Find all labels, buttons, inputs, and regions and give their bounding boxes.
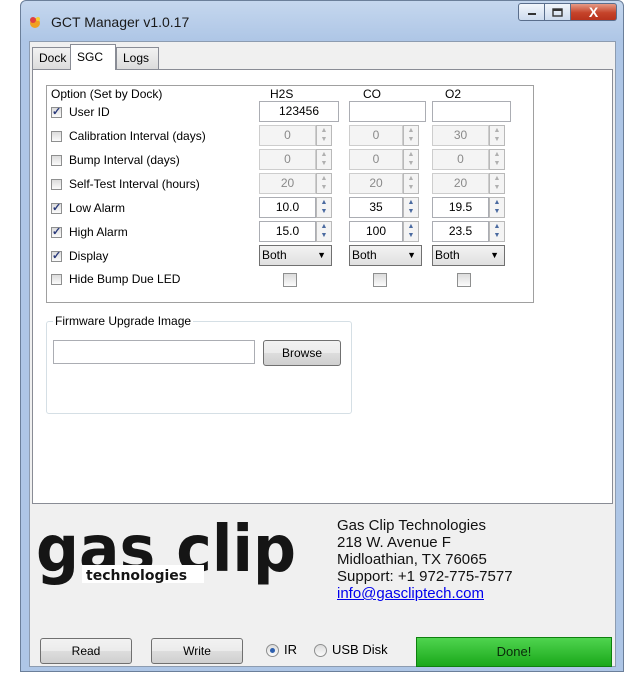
low-alarm-co-stepper[interactable]: ▲ ▼ [403,197,419,218]
tab-sgc[interactable]: SGC [70,44,116,70]
minimize-button[interactable] [518,3,545,21]
checkbox[interactable] [51,105,62,118]
status-indicator: Done! [416,637,612,667]
high-alarm-co-input[interactable]: 100 [349,221,403,242]
usb-disk-label: USB Disk [332,642,388,657]
col-o2: O2 [445,87,462,101]
contact-info: Gas Clip Technologies 218 W. Avenue F Mi… [337,517,513,602]
checkbox[interactable] [51,273,62,285]
user-id-o2-input[interactable] [432,101,511,122]
col-h2s: H2S [270,87,294,101]
hide-bump-led-o2-checkbox[interactable] [457,273,471,287]
cal-h2s-input: 0 [259,125,316,146]
opt-row-display[interactable]: Display [51,246,108,266]
tab-logs[interactable]: Logs [116,47,159,69]
address-line-2: Midloathian, TX 76065 [337,551,487,568]
maximize-icon [552,7,563,17]
low-alarm-h2s-stepper[interactable]: ▲ ▼ [316,197,332,218]
cal-co-input: 0 [349,125,403,146]
maximize-button[interactable] [545,3,571,21]
client-area: Dock SGC Logs Option (Set by Dock) H2S C… [29,41,616,667]
bump-o2-input: 0 [432,149,489,170]
cal-o2-input: 30 [432,125,489,146]
write-button[interactable]: Write [151,638,243,664]
opt-row-hide-bump-led[interactable]: Hide Bump Due LED [51,269,180,289]
display-co-select[interactable]: Both ▼ [349,245,422,266]
ir-label: IR [284,642,297,657]
usb-disk-radio[interactable] [314,644,327,657]
bump-h2s-stepper: ▲ ▼ [316,149,332,170]
cal-o2-stepper: ▲ ▼ [489,125,505,146]
user-id-h2s-input[interactable]: 123456 [259,101,339,122]
opt-row-selftest-interval[interactable]: Self-Test Interval (hours) [51,174,200,194]
tab-dock[interactable]: Dock [32,47,71,69]
options-title: Option (Set by Dock) [51,87,163,101]
low-alarm-o2-stepper[interactable]: ▲ ▼ [489,197,505,218]
close-icon: X [588,4,599,20]
high-alarm-o2-input[interactable]: 23.5 [432,221,489,242]
company-name: Gas Clip Technologies [337,517,486,534]
checkbox[interactable] [51,130,62,142]
high-alarm-h2s-stepper[interactable]: ▲ ▼ [316,221,332,242]
checkbox[interactable] [51,225,62,238]
chevron-down-icon: ▼ [317,250,326,260]
bump-co-stepper: ▲ ▼ [403,149,419,170]
browse-button[interactable]: Browse [263,340,341,366]
opt-row-high-alarm[interactable]: High Alarm [51,222,128,242]
high-alarm-h2s-input[interactable]: 15.0 [259,221,316,242]
opt-row-bump-interval[interactable]: Bump Interval (days) [51,150,180,170]
sgc-tab-page: Option (Set by Dock) H2S CO O2 User ID C… [32,69,613,504]
firmware-group [46,321,352,414]
app-icon [30,17,40,28]
checkbox[interactable] [51,249,62,262]
logo-sub-text: technologies [86,568,187,584]
hide-bump-led-co-checkbox[interactable] [373,273,387,287]
opt-row-low-alarm[interactable]: Low Alarm [51,198,125,218]
minimize-icon [527,13,536,15]
window-title: GCT Manager v1.0.17 [51,14,190,30]
opt-row-cal-interval[interactable]: Calibration Interval (days) [51,126,206,146]
display-h2s-select[interactable]: Both ▼ [259,245,332,266]
col-co: CO [363,87,381,101]
user-id-co-input[interactable] [349,101,426,122]
opt-row-user-id[interactable]: User ID [51,102,110,122]
app-window: GCT Manager v1.0.17 X Dock SGC Logs Opti… [20,0,624,672]
selftest-co-input: 20 [349,173,403,194]
read-button[interactable]: Read [40,638,132,664]
low-alarm-h2s-input[interactable]: 10.0 [259,197,316,218]
low-alarm-co-input[interactable]: 35 [349,197,403,218]
firmware-label: Firmware Upgrade Image [53,314,194,328]
display-o2-select[interactable]: Both ▼ [432,245,505,266]
cal-h2s-stepper: ▲ ▼ [316,125,332,146]
selftest-o2-stepper: ▲ ▼ [489,173,505,194]
title-bar[interactable]: GCT Manager v1.0.17 X [21,1,623,41]
bump-co-input: 0 [349,149,403,170]
ir-radio[interactable] [266,644,279,657]
selftest-o2-input: 20 [432,173,489,194]
cal-co-stepper: ▲ ▼ [403,125,419,146]
high-alarm-o2-stepper[interactable]: ▲ ▼ [489,221,505,242]
bump-h2s-input: 0 [259,149,316,170]
selftest-co-stepper: ▲ ▼ [403,173,419,194]
chevron-down-icon: ▼ [407,250,416,260]
checkbox[interactable] [51,178,62,190]
gas-clip-logo: gas clip technologies [36,515,296,587]
chevron-down-icon: ▼ [490,250,499,260]
checkbox[interactable] [51,154,62,166]
hide-bump-led-h2s-checkbox[interactable] [283,273,297,287]
firmware-path-input[interactable] [53,340,255,364]
close-button[interactable]: X [571,3,617,21]
email-link[interactable]: info@gascliptech.com [337,585,484,602]
low-alarm-o2-input[interactable]: 19.5 [432,197,489,218]
address-line-1: 218 W. Avenue F [337,534,451,551]
support-phone: Support: +1 972-775-7577 [337,568,513,585]
bump-o2-stepper: ▲ ▼ [489,149,505,170]
selftest-h2s-stepper: ▲ ▼ [316,173,332,194]
checkbox[interactable] [51,201,62,214]
selftest-h2s-input: 20 [259,173,316,194]
high-alarm-co-stepper[interactable]: ▲ ▼ [403,221,419,242]
